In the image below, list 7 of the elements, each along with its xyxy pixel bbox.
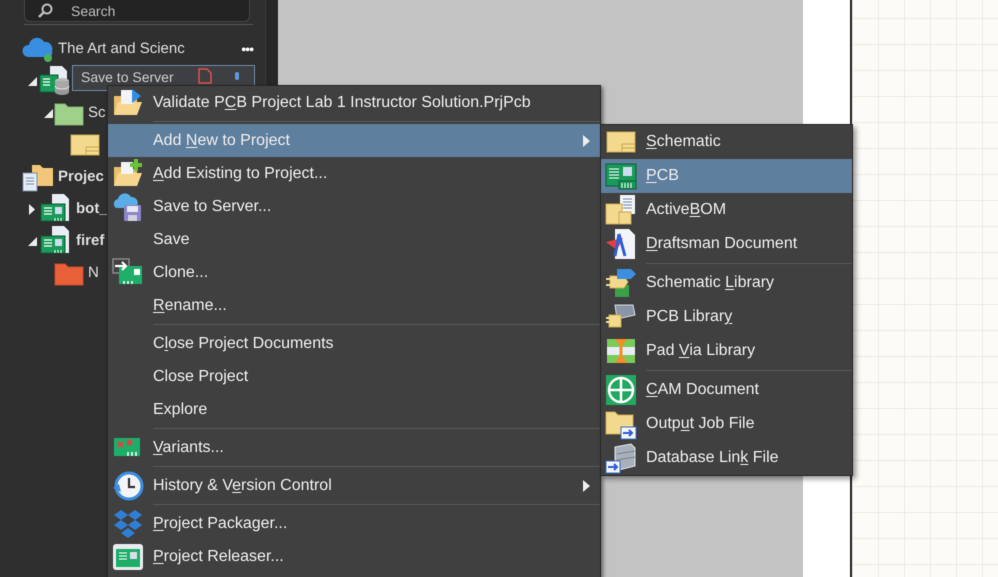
item-label: The Art and Scienc bbox=[58, 38, 185, 59]
item-label: N bbox=[88, 262, 99, 283]
item-label: firef bbox=[76, 230, 104, 251]
tooltip-text: Save to Server bbox=[81, 68, 174, 87]
item-label: Projec bbox=[58, 166, 104, 187]
item-label: bot_ bbox=[76, 198, 108, 219]
item-label: Sc bbox=[88, 102, 106, 123]
